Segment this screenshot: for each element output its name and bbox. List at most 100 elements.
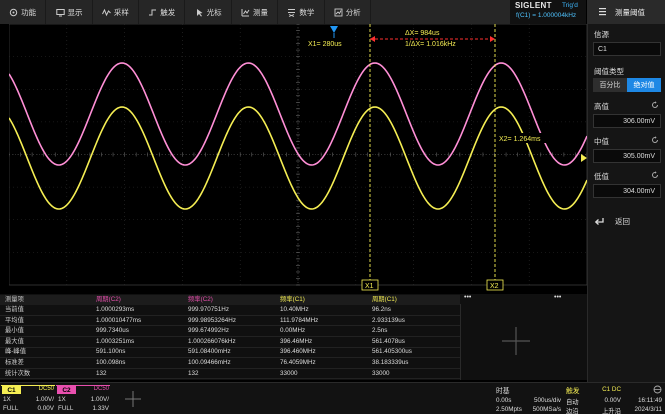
acquire-icon xyxy=(101,8,111,17)
channel-1-probe: 1X xyxy=(3,396,11,403)
menu-trigger[interactable]: 触发 xyxy=(139,0,186,24)
table-cell: 2.5ns xyxy=(372,327,388,335)
menu-label: 功能 xyxy=(21,7,37,17)
timebase-title: 时基 xyxy=(496,388,510,395)
cursor-x1-readout: X1= 280us xyxy=(308,41,342,48)
add-measure-area[interactable] xyxy=(460,304,587,380)
threshold-type-toggle: 百分比 绝对值 xyxy=(593,78,661,92)
trigger-mode: 自动 xyxy=(566,399,579,406)
table-cell: 最小值 xyxy=(5,327,24,335)
more-options-b[interactable]: ••• xyxy=(554,294,561,301)
table-row: 统计次数 132 132 33000 33000 xyxy=(0,369,460,379)
table-cell: 561.405300us xyxy=(372,348,412,356)
table-cell: 标准差 xyxy=(5,359,24,366)
waveform-display[interactable]: X1= 280us ΔX= 984us 1/ΔX= 1.016kHz X2= 1… xyxy=(9,24,587,291)
table-cell: 1.000010477ms xyxy=(96,316,142,324)
high-value-field[interactable]: 306.00mV xyxy=(593,114,661,128)
trigger-info[interactable]: 触发 C1 DC 自动 0.00V 边沿 上升沿 xyxy=(564,385,622,414)
table-cell: 统计次数 xyxy=(5,369,31,377)
threshold-type-label: 阈值类型 xyxy=(594,67,624,76)
x2-tag: X2 xyxy=(490,283,499,290)
mid-label: 中值 xyxy=(594,137,609,146)
timebase-scale: 500us/div xyxy=(534,397,561,404)
menu-display[interactable]: 显示 xyxy=(46,0,93,24)
timebase-delay: 0.00s xyxy=(496,397,512,404)
network-icon xyxy=(653,385,662,394)
table-header-cell: 周期(C2) xyxy=(96,296,121,303)
trigger-slope: 上升沿 xyxy=(602,408,621,414)
channel-1-info[interactable]: C1 DC50 1X 1.00V/ FULL 0.00V xyxy=(1,385,55,413)
table-cell: 2.933139us xyxy=(372,316,405,324)
channel-2-info[interactable]: C2 DC50 1X 1.00V/ FULL 1.33V xyxy=(56,385,110,413)
menu-label: 分析 xyxy=(345,7,361,17)
high-adjust-knob-icon[interactable] xyxy=(651,101,659,109)
menu-label: 采样 xyxy=(113,7,129,17)
delta-left-arrow xyxy=(370,36,375,42)
menu-list-icon[interactable] xyxy=(598,7,607,18)
table-cell: 平均值 xyxy=(5,316,24,324)
table-cell: 396.460MHz xyxy=(280,348,316,356)
inverse-delta-x-readout: 1/ΔX= 1.016kHz xyxy=(405,41,456,48)
more-options-a[interactable]: ••• xyxy=(464,294,471,301)
channel-2-coupling: DC50 xyxy=(93,386,109,392)
low-adjust-knob-icon[interactable] xyxy=(651,171,659,179)
table-row: 当前值 1.0000293ms 999.970751Hz 10.40MHz 96.2ns xyxy=(0,305,460,315)
channel-2-probe: 1X xyxy=(58,396,66,403)
table-cell: 132 xyxy=(188,369,199,377)
percent-option[interactable]: 百分比 xyxy=(593,78,627,92)
source-label: 信源 xyxy=(594,30,609,39)
menu-label: 显示 xyxy=(67,7,83,17)
table-cell: 111.9784MHz xyxy=(280,316,319,324)
table-cell: 当前值 xyxy=(5,306,24,313)
math-icon xyxy=(287,8,296,17)
menu-function[interactable]: 功能 xyxy=(0,0,47,24)
menu-label: 测量 xyxy=(252,7,268,17)
add-channel-icon[interactable] xyxy=(113,387,153,411)
trigger-position-marker[interactable] xyxy=(330,26,338,33)
trigger-level-marker[interactable] xyxy=(581,154,587,162)
table-cell: 591.08400mHz xyxy=(188,348,231,356)
table-cell: 1.0000293ms xyxy=(96,306,135,313)
cursor-icon xyxy=(195,8,204,17)
table-cell: 999.674992Hz xyxy=(188,327,229,335)
add-measurement-icon[interactable] xyxy=(501,326,531,356)
table-cell: 999.7340us xyxy=(96,327,129,335)
timebase-info[interactable]: 时基 0.00s 500us/div 2.50Mpts 500MSa/s xyxy=(494,385,562,413)
cursor-x2-readout: X2= 1.264ms xyxy=(499,136,541,143)
menu-acquire[interactable]: 采样 xyxy=(93,0,140,24)
menu-label: 光标 xyxy=(206,7,222,17)
row-divider xyxy=(0,378,460,380)
back-arrow-icon xyxy=(594,218,604,225)
channel-2-offset: 1.33V xyxy=(92,405,109,412)
source-select[interactable]: C1 xyxy=(593,42,661,56)
delta-x-readout: ΔX= 984us xyxy=(405,30,440,37)
channel-1-coupling: DC50 xyxy=(38,386,54,392)
absolute-option[interactable]: 绝对值 xyxy=(627,78,661,92)
clock-time: 16:11:49 xyxy=(637,397,662,404)
channel-1-bandwidth: FULL xyxy=(3,405,19,412)
menu-analysis[interactable]: 分析 xyxy=(325,0,371,24)
table-row: 标准差 100.098ns 100.09466mHz 76.4059MHz 38.183… xyxy=(0,358,460,368)
table-cell: 最大值 xyxy=(5,337,24,345)
back-button[interactable]: 返回 xyxy=(594,214,630,228)
table-row: 峰-峰值 591.100ns 591.08400mHz 396.460MHz 561.4… xyxy=(0,347,460,357)
table-cell: 峰-峰值 xyxy=(5,348,26,356)
back-label: 返回 xyxy=(615,216,630,226)
mid-value-field[interactable]: 305.00mV xyxy=(593,149,661,163)
trigger-level: 0.00V xyxy=(604,397,621,404)
trigger-type: 边沿 xyxy=(566,408,579,414)
trigger-status: Trig'd xyxy=(562,2,578,9)
function-icon xyxy=(9,8,18,17)
menu-cursor[interactable]: 光标 xyxy=(185,0,232,24)
mid-adjust-knob-icon[interactable] xyxy=(651,136,659,144)
table-row: 平均值 1.000010477ms 999.98953264Hz 111.9784MH… xyxy=(0,316,460,326)
menu-label: 数学 xyxy=(299,7,315,17)
memory-depth: 2.50Mpts xyxy=(496,406,522,413)
menu-measure[interactable]: 测量 xyxy=(232,0,279,24)
menu-math[interactable]: 数学 xyxy=(278,0,325,24)
panel-header: 测量阈值 xyxy=(588,0,665,24)
clock: 16:11:49 2024/3/11 xyxy=(624,385,665,413)
low-value-field[interactable]: 304.00mV xyxy=(593,184,661,198)
table-row: 最小值 999.7340us 999.674992Hz 0.00MHz 2.5ns xyxy=(0,326,460,336)
panel-title: 测量阈值 xyxy=(615,7,645,17)
